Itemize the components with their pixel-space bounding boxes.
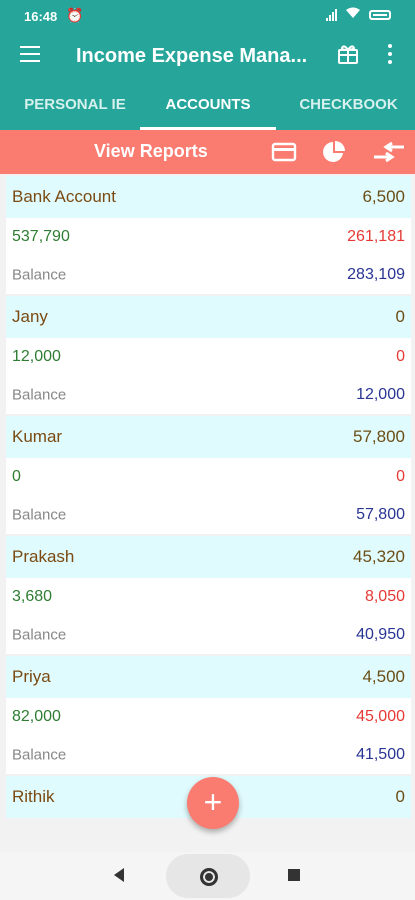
home-icon[interactable] <box>166 854 250 898</box>
account-credit: 537,790 <box>12 228 70 245</box>
account-credit: 12,000 <box>12 348 61 365</box>
view-reports-button[interactable]: View Reports <box>94 141 208 162</box>
account-head-amount: 4,500 <box>362 667 405 686</box>
account-name: Bank Account <box>12 187 116 206</box>
accounts-list: Bank Account 6,500 537,790 261,181 Balan… <box>6 176 411 820</box>
account-card[interactable]: Priya 4,500 82,000 45,000 Balance 41,500 <box>6 656 411 774</box>
account-debit: 261,181 <box>347 228 405 245</box>
account-balance-row: Balance 41,500 <box>6 736 411 774</box>
status-bar: 16:48 ⏰ <box>0 0 415 32</box>
balance-label: Balance <box>12 386 67 404</box>
wifi-icon <box>345 7 361 22</box>
account-balance-row: Balance 57,800 <box>6 496 411 534</box>
report-bar: View Reports <box>0 130 415 174</box>
tab-personal-ie[interactable]: PERSONAL IE <box>0 82 150 130</box>
alarm-icon: ⏰ <box>66 7 84 23</box>
balance-label: Balance <box>12 746 67 764</box>
balance-value: 283,109 <box>347 266 405 283</box>
account-head-amount: 45,320 <box>353 547 405 566</box>
account-name: Kumar <box>12 427 63 446</box>
status-icons <box>326 7 391 22</box>
balance-label: Balance <box>12 506 67 524</box>
account-header[interactable]: Priya 4,500 <box>6 656 411 698</box>
account-debit: 0 <box>396 468 405 485</box>
battery-icon <box>369 9 391 20</box>
account-head-amount: 57,800 <box>353 427 405 446</box>
account-totals-row: 3,680 8,050 <box>6 578 411 616</box>
account-debit: 8,050 <box>364 588 405 605</box>
account-head-amount: 0 <box>395 307 405 326</box>
account-card[interactable]: Kumar 57,800 0 0 Balance 57,800 <box>6 416 411 534</box>
pie-chart-icon[interactable] <box>322 140 348 164</box>
tab-accounts[interactable]: ACCOUNTS <box>138 82 278 130</box>
system-nav-bar <box>0 852 415 900</box>
account-debit: 45,000 <box>356 708 405 725</box>
account-card[interactable]: Prakash 45,320 3,680 8,050 Balance 40,95… <box>6 536 411 654</box>
account-totals-row: 0 0 <box>6 458 411 496</box>
account-name: Prakash <box>12 547 75 566</box>
gift-icon[interactable] <box>336 42 360 66</box>
hamburger-menu-icon[interactable] <box>20 46 40 66</box>
account-debit: 0 <box>396 348 405 365</box>
app-bar: Income Expense Mana... <box>0 32 415 82</box>
account-balance-row: Balance 283,109 <box>6 256 411 294</box>
recent-apps-icon[interactable] <box>288 869 300 881</box>
account-head-amount: 0 <box>395 787 405 806</box>
account-credit: 3,680 <box>12 588 53 605</box>
signal-icon <box>326 8 337 21</box>
app-title: Income Expense Mana... <box>76 45 308 67</box>
account-name: Rithik <box>12 787 55 806</box>
back-icon[interactable] <box>114 868 124 882</box>
transfer-icon[interactable] <box>372 140 406 164</box>
balance-value: 40,950 <box>356 626 405 643</box>
account-header[interactable]: Kumar 57,800 <box>6 416 411 458</box>
tab-bar: PERSONAL IE ACCOUNTS CHECKBOOK <box>0 82 415 130</box>
account-name: Jany <box>12 307 48 326</box>
account-balance-row: Balance 12,000 <box>6 376 411 414</box>
account-credit: 0 <box>12 468 21 485</box>
account-credit: 82,000 <box>12 708 61 725</box>
account-totals-row: 82,000 45,000 <box>6 698 411 736</box>
account-name: Priya <box>12 667 51 686</box>
card-icon[interactable] <box>271 140 297 164</box>
more-vert-icon[interactable] <box>386 44 394 68</box>
account-head-amount: 6,500 <box>362 187 405 206</box>
tab-checkbook[interactable]: CHECKBOOK <box>282 82 415 130</box>
balance-value: 12,000 <box>356 386 405 403</box>
balance-label: Balance <box>12 626 67 644</box>
balance-value: 41,500 <box>356 746 405 763</box>
balance-value: 57,800 <box>356 506 405 523</box>
add-account-button[interactable]: + <box>187 777 239 829</box>
account-balance-row: Balance 40,950 <box>6 616 411 654</box>
account-card[interactable]: Bank Account 6,500 537,790 261,181 Balan… <box>6 176 411 294</box>
account-totals-row: 537,790 261,181 <box>6 218 411 256</box>
status-time: 16:48 <box>24 9 58 24</box>
account-header[interactable]: Prakash 45,320 <box>6 536 411 578</box>
account-totals-row: 12,000 0 <box>6 338 411 376</box>
account-header[interactable]: Bank Account 6,500 <box>6 176 411 218</box>
balance-label: Balance <box>12 266 67 284</box>
account-card[interactable]: Jany 0 12,000 0 Balance 12,000 <box>6 296 411 414</box>
account-header[interactable]: Jany 0 <box>6 296 411 338</box>
